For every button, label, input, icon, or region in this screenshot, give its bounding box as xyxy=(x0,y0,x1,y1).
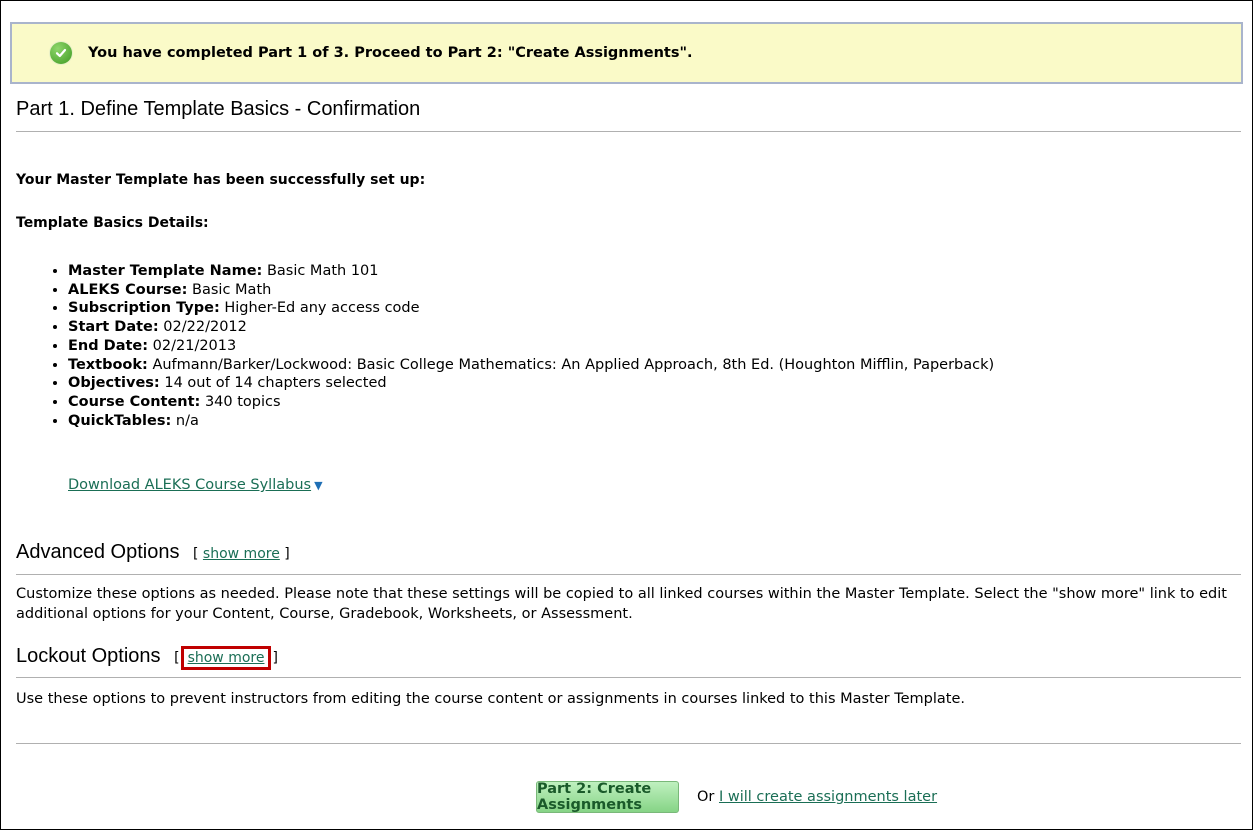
check-circle-icon xyxy=(50,42,72,64)
success-message: Your Master Template has been successful… xyxy=(16,172,426,188)
detail-item: Master Template Name: Basic Math 101 xyxy=(68,262,994,281)
detail-item: Subscription Type: Higher-Ed any access … xyxy=(68,299,994,318)
create-later-link[interactable]: I will create assignments later xyxy=(719,789,937,805)
template-details-list: Master Template Name: Basic Math 101 ALE… xyxy=(48,262,994,430)
lockout-options-heading: Lockout Options [show more] xyxy=(16,645,278,670)
detail-item: Course Content: 340 topics xyxy=(68,393,994,412)
create-assignments-button[interactable]: Part 2: Create Assignments xyxy=(536,781,679,813)
advanced-options-description: Customize these options as needed. Pleas… xyxy=(16,586,1227,622)
highlight-box: show more xyxy=(180,646,272,670)
detail-item: Start Date: 02/22/2012 xyxy=(68,318,994,337)
or-text: Or xyxy=(697,789,715,805)
lockout-show-more-link[interactable]: show more xyxy=(188,650,265,666)
download-syllabus: Download ALEKS Course Syllabus ▼ xyxy=(68,477,323,493)
advanced-options-title: Advanced Options xyxy=(16,541,180,563)
detail-item: Textbook: Aufmann/Barker/Lockwood: Basic… xyxy=(68,356,994,375)
download-syllabus-link[interactable]: Download ALEKS Course Syllabus xyxy=(68,477,311,493)
detail-item: ALEKS Course: Basic Math xyxy=(68,281,994,300)
later-option: Or I will create assignments later xyxy=(697,789,937,805)
banner-text: You have completed Part 1 of 3. Proceed … xyxy=(88,45,693,61)
divider xyxy=(16,131,1241,132)
divider xyxy=(16,677,1241,678)
details-heading: Template Basics Details: xyxy=(16,215,209,231)
triangle-down-icon[interactable]: ▼ xyxy=(314,479,322,492)
lockout-show-more-group: [show more] xyxy=(174,646,278,670)
advanced-show-more-group: [ show more ] xyxy=(193,546,290,562)
detail-item: End Date: 02/21/2013 xyxy=(68,337,994,356)
lockout-options-description: Use these options to prevent instructors… xyxy=(16,691,966,707)
lockout-options-title: Lockout Options xyxy=(16,645,161,667)
divider xyxy=(16,574,1241,575)
advanced-show-more-link[interactable]: show more xyxy=(203,546,280,562)
divider xyxy=(16,743,1241,744)
completion-banner: You have completed Part 1 of 3. Proceed … xyxy=(10,22,1243,84)
detail-item: QuickTables: n/a xyxy=(68,412,994,431)
advanced-options-heading: Advanced Options [ show more ] xyxy=(16,541,290,564)
page-title: Part 1. Define Template Basics - Confirm… xyxy=(16,98,421,120)
detail-item: Objectives: 14 out of 14 chapters select… xyxy=(68,374,994,393)
